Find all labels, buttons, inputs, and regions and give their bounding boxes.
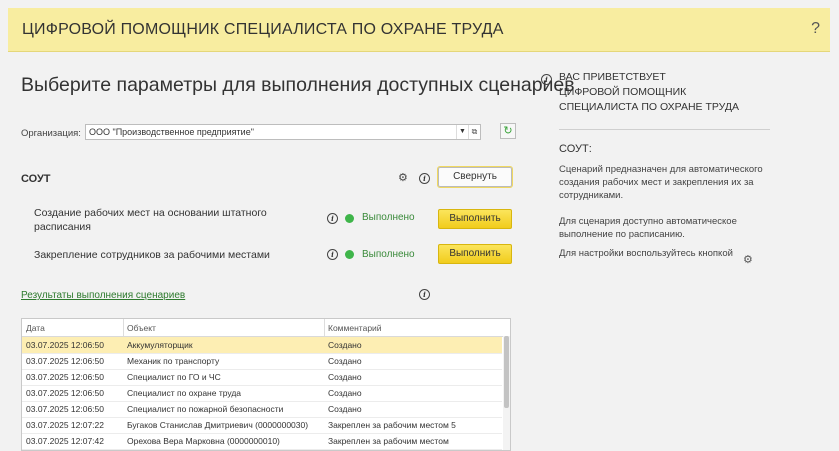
help-description: Сценарий предназначен для автоматическог…	[559, 164, 763, 201]
task-label-assign-employees: Закрепление сотрудников за рабочими мест…	[34, 249, 270, 261]
info-icon[interactable]: i	[327, 213, 338, 224]
cell-object: Специалист по ГО и ЧС	[127, 372, 221, 382]
table-row[interactable]: 03.07.2025 12:07:42 Орехова Вера Марковн…	[22, 433, 502, 450]
cell-comment: Закреплен за рабочим местом 5	[328, 420, 456, 430]
collapse-button[interactable]: Свернуть	[437, 166, 513, 188]
table-header: Дата Объект Комментарий	[22, 319, 510, 337]
cell-comment: Закреплен за рабочим местом	[328, 436, 449, 446]
table-row[interactable]: 03.07.2025 12:06:50 Специалист по пожарн…	[22, 401, 502, 418]
cell-object: Специалист по пожарной безопасности	[127, 404, 284, 414]
scrollbar-thumb[interactable]	[504, 336, 509, 408]
table-row[interactable]: 03.07.2025 12:06:50 Механик по транспорт…	[22, 353, 502, 370]
refresh-icon: ↻	[503, 125, 513, 137]
run-assign-employees-button[interactable]: Выполнить	[438, 244, 512, 264]
open-form-icon[interactable]: ⧉	[468, 125, 480, 139]
column-header-comment[interactable]: Комментарий	[328, 323, 382, 333]
organization-label: Организация:	[21, 128, 81, 139]
help-settings-note: Для настройки воспользуйтесь кнопкой	[559, 248, 733, 259]
results-link[interactable]: Результаты выполнения сценариев	[21, 290, 185, 301]
dropdown-arrow-icon[interactable]: ▼	[456, 125, 468, 139]
gear-icon[interactable]: ⚙	[398, 173, 408, 184]
cell-comment: Создано	[328, 340, 362, 350]
table-row[interactable]: 03.07.2025 12:07:22 Бугаков Станислав Дм…	[22, 417, 502, 434]
help-button[interactable]: ?	[811, 20, 820, 38]
cell-object: Аккумуляторщик	[127, 340, 193, 350]
header-bar: ЦИФРОВОЙ ПОМОЩНИК СПЕЦИАЛИСТА ПО ОХРАНЕ …	[8, 8, 830, 52]
info-icon[interactable]: i	[419, 289, 430, 300]
status-indicator	[345, 214, 354, 223]
cell-comment: Создано	[328, 388, 362, 398]
welcome-line: ВАС ПРИВЕТСТВУЕТ	[559, 71, 666, 83]
welcome-text: ВАС ПРИВЕТСТВУЕТ ЦИФРОВОЙ ПОМОЩНИК СПЕЦИ…	[559, 70, 769, 115]
cell-object: Бугаков Станислав Дмитриевич (0000000030…	[127, 420, 309, 430]
refresh-button[interactable]: ↻	[500, 123, 516, 139]
run-create-workplaces-button[interactable]: Выполнить	[438, 209, 512, 229]
divider	[559, 129, 770, 130]
cell-date: 03.07.2025 12:07:42	[26, 436, 104, 446]
table-row[interactable]: 03.07.2025 12:06:50 Специалист по охране…	[22, 385, 502, 402]
column-header-date[interactable]: Дата	[26, 323, 45, 333]
task-status: Выполнено	[362, 249, 415, 260]
cell-object: Механик по транспорту	[127, 356, 220, 366]
cell-comment: Создано	[328, 356, 362, 366]
info-icon[interactable]: i	[327, 249, 338, 260]
cell-object: Специалист по охране труда	[127, 388, 242, 398]
help-section-title: СОУТ:	[559, 143, 592, 155]
gear-icon[interactable]: ⚙	[743, 253, 753, 266]
app-title: ЦИФРОВОЙ ПОМОЩНИК СПЕЦИАЛИСТА ПО ОХРАНЕ …	[22, 21, 504, 38]
cell-date: 03.07.2025 12:06:50	[26, 388, 104, 398]
info-icon: i	[541, 74, 552, 85]
organization-value: ООО "Производственное предприятие"	[89, 127, 254, 137]
status-indicator	[345, 250, 354, 259]
section-title-sout: СОУТ	[21, 173, 51, 185]
info-icon[interactable]: i	[419, 173, 430, 184]
table-row[interactable]: 03.07.2025 12:06:50 Аккумуляторщик Созда…	[22, 337, 502, 354]
cell-date: 03.07.2025 12:06:50	[26, 404, 104, 414]
cell-object: Орехова Вера Марковна (0000000010)	[127, 436, 280, 446]
cell-comment: Создано	[328, 372, 362, 382]
cell-date: 03.07.2025 12:06:50	[26, 356, 104, 366]
welcome-line: ЦИФРОВОЙ ПОМОЩНИК	[559, 86, 687, 98]
column-header-object[interactable]: Объект	[127, 323, 156, 333]
cell-date: 03.07.2025 12:06:50	[26, 340, 104, 350]
task-label-create-workplaces: Создание рабочих мест на основании штатн…	[34, 207, 267, 233]
task-status: Выполнено	[362, 212, 415, 223]
welcome-line: СПЕЦИАЛИСТА ПО ОХРАНЕ ТРУДА	[559, 101, 739, 113]
help-schedule-note: Для сценария доступно автоматическое вып…	[559, 216, 737, 240]
table-scrollbar[interactable]	[503, 336, 510, 450]
table-row[interactable]: 03.07.2025 12:06:50 Специалист по ГО и Ч…	[22, 369, 502, 386]
page-title: Выберите параметры для выполнения доступ…	[21, 74, 575, 96]
cell-comment: Создано	[328, 404, 362, 414]
organization-field[interactable]: ООО "Производственное предприятие" ▼ ⧉	[85, 124, 481, 140]
cell-date: 03.07.2025 12:06:50	[26, 372, 104, 382]
results-table[interactable]: Дата Объект Комментарий 03.07.2025 12:06…	[21, 318, 511, 451]
cell-date: 03.07.2025 12:07:22	[26, 420, 104, 430]
